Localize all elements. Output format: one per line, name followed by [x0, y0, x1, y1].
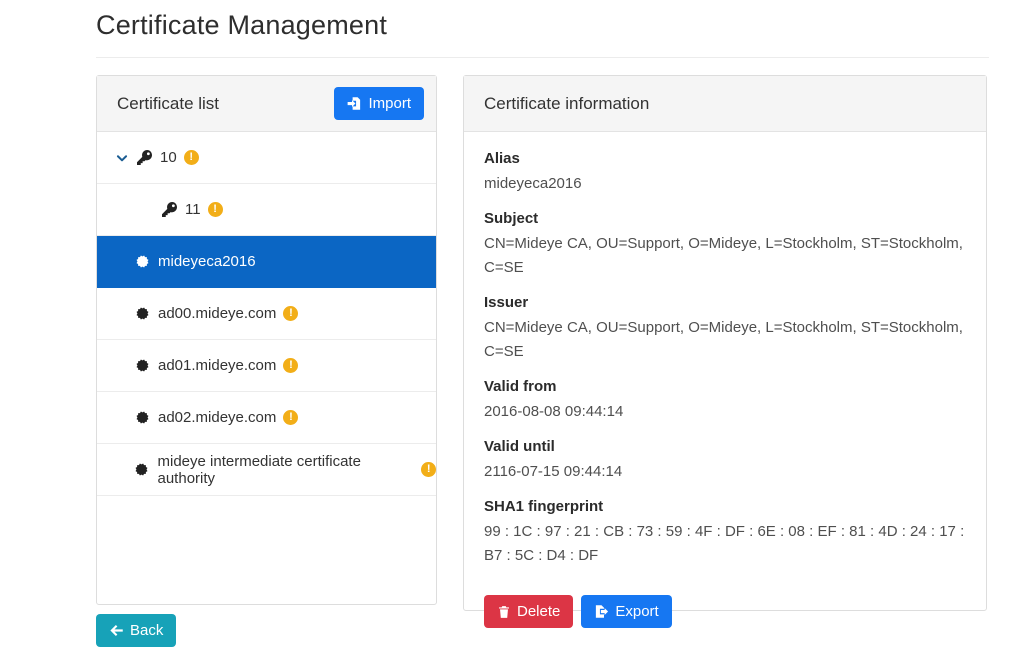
tree-item-11[interactable]: 11 ! [97, 184, 436, 236]
field-label: Issuer [484, 292, 966, 313]
certificate-icon [134, 462, 150, 477]
file-import-icon [347, 96, 362, 111]
field-subject: Subject CN=Mideye CA, OU=Support, O=Mide… [484, 208, 966, 280]
field-label: Valid until [484, 436, 966, 457]
warning-icon: ! [421, 462, 436, 477]
warning-icon: ! [208, 202, 223, 217]
field-label: SHA1 fingerprint [484, 496, 966, 517]
certificate-icon [134, 410, 150, 425]
certificate-icon [134, 358, 150, 373]
certificate-information-title: Certificate information [484, 94, 649, 114]
warning-icon: ! [283, 410, 298, 425]
trash-icon [497, 605, 511, 619]
field-value: 2116-07-15 09:44:14 [484, 460, 966, 484]
tree-item-label: ad00.mideye.com [158, 305, 276, 322]
delete-button[interactable]: Delete [484, 595, 573, 628]
field-label: Alias [484, 148, 966, 169]
field-value: 99 : 1C : 97 : 21 : CB : 73 : 59 : 4F : … [484, 520, 966, 568]
title-divider [96, 57, 989, 58]
export-button-label: Export [615, 603, 658, 620]
tree-item-10[interactable]: 10 ! [97, 132, 436, 184]
tree-item-label: mideye intermediate certificate authorit… [158, 453, 415, 487]
field-value: CN=Mideye CA, OU=Support, O=Mideye, L=St… [484, 316, 966, 364]
back-button-label: Back [130, 622, 163, 639]
field-sha1-fingerprint: SHA1 fingerprint 99 : 1C : 97 : 21 : CB … [484, 496, 966, 568]
tree-item-intermediate-ca[interactable]: mideye intermediate certificate authorit… [97, 444, 436, 496]
delete-button-label: Delete [517, 603, 560, 620]
import-button-label: Import [368, 95, 411, 112]
tree-item-ad01[interactable]: ad01.mideye.com ! [97, 340, 436, 392]
tree-item-mideyeca2016[interactable]: mideyeca2016 [97, 236, 436, 288]
arrow-left-icon [109, 623, 124, 638]
warning-icon: ! [283, 358, 298, 373]
certificate-management-page: Certificate Management Certificate list … [0, 0, 1024, 657]
export-button[interactable]: Export [581, 595, 671, 628]
warning-icon: ! [184, 150, 199, 165]
key-icon [136, 150, 152, 165]
certificate-icon [134, 306, 150, 321]
field-valid-until: Valid until 2116-07-15 09:44:14 [484, 436, 966, 484]
certificate-tree: 10 ! 11 ! mideyeca2016 ad00. [97, 132, 436, 496]
field-alias: Alias mideyeca2016 [484, 148, 966, 196]
field-issuer: Issuer CN=Mideye CA, OU=Support, O=Midey… [484, 292, 966, 364]
field-valid-from: Valid from 2016-08-08 09:44:14 [484, 376, 966, 424]
field-value: CN=Mideye CA, OU=Support, O=Mideye, L=St… [484, 232, 966, 280]
page-title: Certificate Management [96, 10, 387, 41]
certificate-information-panel: Certificate information Alias mideyeca20… [463, 75, 987, 611]
field-label: Valid from [484, 376, 966, 397]
import-button[interactable]: Import [334, 87, 424, 120]
field-value: 2016-08-08 09:44:14 [484, 400, 966, 424]
field-value: mideyeca2016 [484, 172, 966, 196]
certificate-information-header: Certificate information [464, 76, 986, 132]
warning-icon: ! [283, 306, 298, 321]
key-icon [161, 202, 177, 217]
tree-item-ad02[interactable]: ad02.mideye.com ! [97, 392, 436, 444]
certificate-list-title: Certificate list [117, 94, 219, 114]
tree-item-label: mideyeca2016 [158, 253, 256, 270]
tree-item-label: ad02.mideye.com [158, 409, 276, 426]
certificate-information-body: Alias mideyeca2016 Subject CN=Mideye CA,… [464, 132, 986, 628]
tree-item-label: 10 [160, 149, 177, 166]
certificate-list-header: Certificate list Import [97, 76, 436, 132]
tree-item-label: 11 [185, 201, 201, 218]
chevron-down-icon[interactable] [115, 151, 130, 165]
certificate-actions: Delete Export [484, 595, 966, 628]
tree-item-label: ad01.mideye.com [158, 357, 276, 374]
field-label: Subject [484, 208, 966, 229]
certificate-list-panel: Certificate list Import 10 [96, 75, 437, 605]
certificate-icon [134, 254, 150, 269]
back-button[interactable]: Back [96, 614, 176, 647]
file-export-icon [594, 604, 609, 619]
tree-item-ad00[interactable]: ad00.mideye.com ! [97, 288, 436, 340]
